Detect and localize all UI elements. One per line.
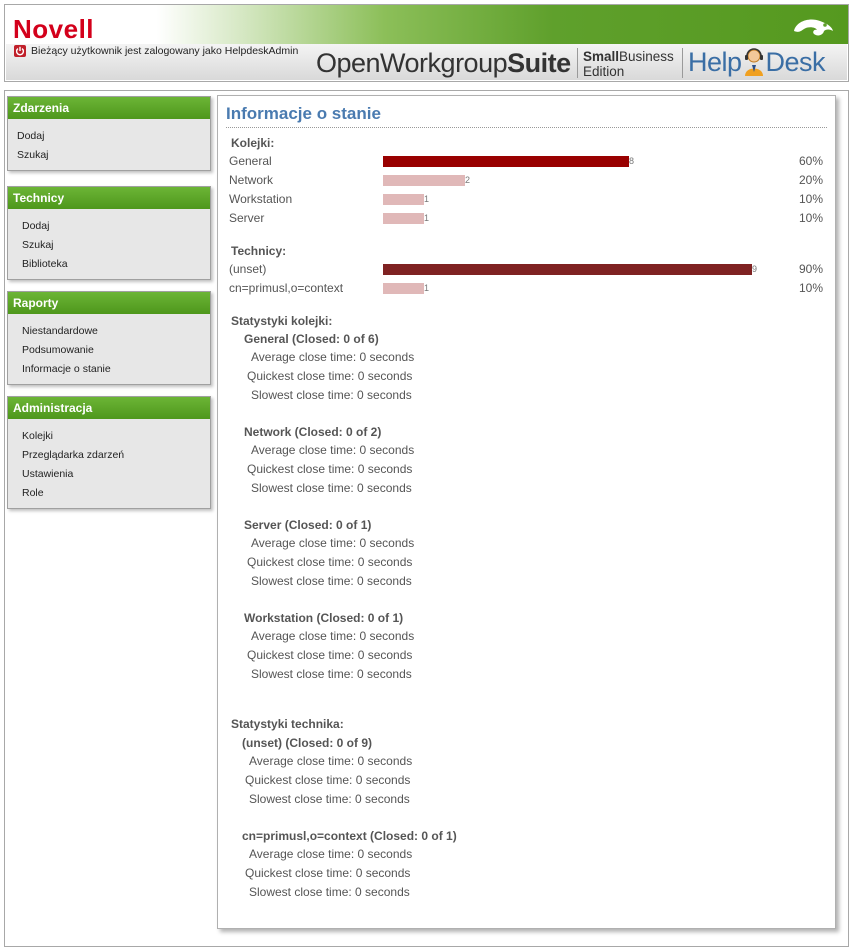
- novell-logo: Novell: [13, 14, 95, 44]
- stats-line-quick: Quickest close time: 0 seconds: [245, 866, 411, 880]
- bar-count: 1: [424, 283, 430, 293]
- stats-line-quick: Quickest close time: 0 seconds: [247, 648, 413, 662]
- sidebar-item-ustawienia[interactable]: Ustawienia: [22, 465, 210, 484]
- helpdesk-help: Help: [688, 47, 742, 77]
- bar-percent: 10%: [798, 211, 823, 225]
- edition-small: Small: [583, 49, 620, 64]
- bar-fill: [383, 213, 424, 224]
- panel-title: Zdarzenia: [8, 97, 210, 119]
- stats-line-quick: Quickest close time: 0 seconds: [247, 369, 413, 383]
- stats-line-slow: Slowest close time: 0 seconds: [251, 574, 412, 588]
- bar-percent: 60%: [798, 154, 823, 168]
- helpdesk-desk: Desk: [765, 47, 826, 77]
- sidebar-item-podsumowanie[interactable]: Podsumowanie: [22, 341, 210, 360]
- header-separator: [577, 48, 578, 78]
- bar-fill: [383, 264, 752, 275]
- techs-heading: Technicy:: [231, 244, 287, 258]
- queue-stats-heading: Statystyki kolejki:: [231, 314, 333, 328]
- sidebar-item-role[interactable]: Role: [22, 484, 210, 503]
- panel-title: Administracja: [8, 397, 210, 419]
- sidebar-panel-administracja: Administracja Kolejki Przeglądarka zdarz…: [7, 396, 211, 509]
- stats-line-slow: Slowest close time: 0 seconds: [249, 885, 410, 899]
- bar-row-label: Server: [229, 211, 265, 225]
- header-separator: [682, 48, 683, 78]
- stats-line-quick: Quickest close time: 0 seconds: [247, 462, 413, 476]
- bar-count: 8: [629, 156, 635, 166]
- helpdesk-logo: Help Desk: [688, 47, 826, 78]
- sidebar-item-niestandardowe[interactable]: Niestandardowe: [22, 322, 210, 341]
- product-name-bold: Suite: [507, 48, 571, 78]
- bar-row-label: Network: [229, 173, 274, 187]
- gecko-logo-icon: [794, 19, 833, 36]
- stats-line-avg: Average close time: 0 seconds: [251, 443, 415, 457]
- stats-block-heading: (unset) (Closed: 0 of 9): [242, 736, 373, 750]
- stats-block-heading: cn=primusl,o=context (Closed: 0 of 1): [242, 829, 457, 843]
- sidebar-item-kolejki[interactable]: Kolejki: [22, 427, 210, 446]
- page-title: Informacje o stanie: [226, 104, 381, 123]
- current-user-status: Bieżący użytkownik jest zalogowany jako …: [31, 45, 299, 57]
- edition-label: SmallBusiness Edition: [583, 49, 674, 79]
- stats-block-heading: General (Closed: 0 of 6): [244, 332, 379, 346]
- bar-row-label: (unset): [229, 262, 267, 276]
- logout-icon[interactable]: [14, 45, 26, 57]
- panel-title: Technicy: [8, 187, 210, 209]
- header-toolbar: Bieżący użytkownik jest zalogowany jako …: [6, 44, 847, 80]
- tech-stats-heading: Statystyki technika:: [231, 717, 344, 731]
- stats-line-slow: Slowest close time: 0 seconds: [251, 481, 412, 495]
- panel-title: Raporty: [8, 292, 210, 314]
- helpdesk-person-icon: [744, 48, 763, 76]
- stats-line-avg: Average close time: 0 seconds: [251, 350, 415, 364]
- edition-line2: Edition: [583, 64, 625, 79]
- stats-line-slow: Slowest close time: 0 seconds: [251, 388, 412, 402]
- sidebar-item-przegladarka-zdarzen[interactable]: Przeglądarka zdarzeń: [22, 446, 210, 465]
- edition-business: Business: [619, 49, 674, 64]
- sidebar-item-szukaj[interactable]: Szukaj: [17, 146, 210, 165]
- bar-row-label: Workstation: [229, 192, 293, 206]
- stats-line-slow: Slowest close time: 0 seconds: [251, 667, 412, 681]
- bar-percent: 10%: [798, 192, 823, 206]
- bar-row-label: General: [229, 154, 272, 168]
- product-name-light: OpenWorkgroup: [316, 48, 508, 78]
- header-banner: Novell: [5, 5, 848, 44]
- bar-percent: 10%: [798, 281, 823, 295]
- stats-line-avg: Average close time: 0 seconds: [251, 629, 415, 643]
- stats-block-heading: Server (Closed: 0 of 1): [244, 518, 372, 532]
- stats-block-heading: Workstation (Closed: 0 of 1): [244, 611, 404, 625]
- stats-line-avg: Average close time: 0 seconds: [249, 754, 413, 768]
- stats-line-avg: Average close time: 0 seconds: [249, 847, 413, 861]
- stats-line-quick: Quickest close time: 0 seconds: [245, 773, 411, 787]
- sidebar-item-informacje-o-stanie[interactable]: Informacje o stanie: [22, 360, 210, 379]
- sidebar-panel-zdarzenia: Zdarzenia Dodaj Szukaj: [7, 96, 211, 171]
- bar-count: 2: [465, 175, 471, 185]
- bar-percent: 90%: [798, 262, 823, 276]
- sidebar-item-szukaj[interactable]: Szukaj: [22, 236, 210, 255]
- sidebar-panel-raporty: Raporty Niestandardowe Podsumowanie Info…: [7, 291, 211, 385]
- status-report-panel: Informacje o stanie Kolejki: Technicy: S…: [217, 95, 836, 929]
- bar-fill: [383, 175, 465, 186]
- product-name: OpenWorkgroupSuite: [316, 48, 571, 79]
- stats-line-slow: Slowest close time: 0 seconds: [249, 792, 410, 806]
- bar-fill: [383, 283, 424, 294]
- sidebar-item-dodaj[interactable]: Dodaj: [22, 217, 210, 236]
- bar-percent: 20%: [798, 173, 823, 187]
- bar-count: 1: [424, 213, 430, 223]
- stats-line-avg: Average close time: 0 seconds: [251, 536, 415, 550]
- bar-fill: [383, 156, 629, 167]
- sidebar-item-biblioteka[interactable]: Biblioteka: [22, 255, 210, 274]
- queues-heading: Kolejki:: [231, 136, 275, 150]
- bar-fill: [383, 194, 424, 205]
- bar-row-label: cn=primusl,o=context: [229, 281, 344, 295]
- stats-block-heading: Network (Closed: 0 of 2): [244, 425, 382, 439]
- bar-count: 1: [424, 194, 430, 204]
- bar-count: 9: [752, 264, 758, 274]
- app-header: Novell Bieżący użytkownik jest zalogowan…: [4, 4, 849, 82]
- stats-line-quick: Quickest close time: 0 seconds: [247, 555, 413, 569]
- title-divider: [226, 127, 827, 128]
- sidebar-item-dodaj[interactable]: Dodaj: [17, 127, 210, 146]
- sidebar-panel-technicy: Technicy Dodaj Szukaj Biblioteka: [7, 186, 211, 280]
